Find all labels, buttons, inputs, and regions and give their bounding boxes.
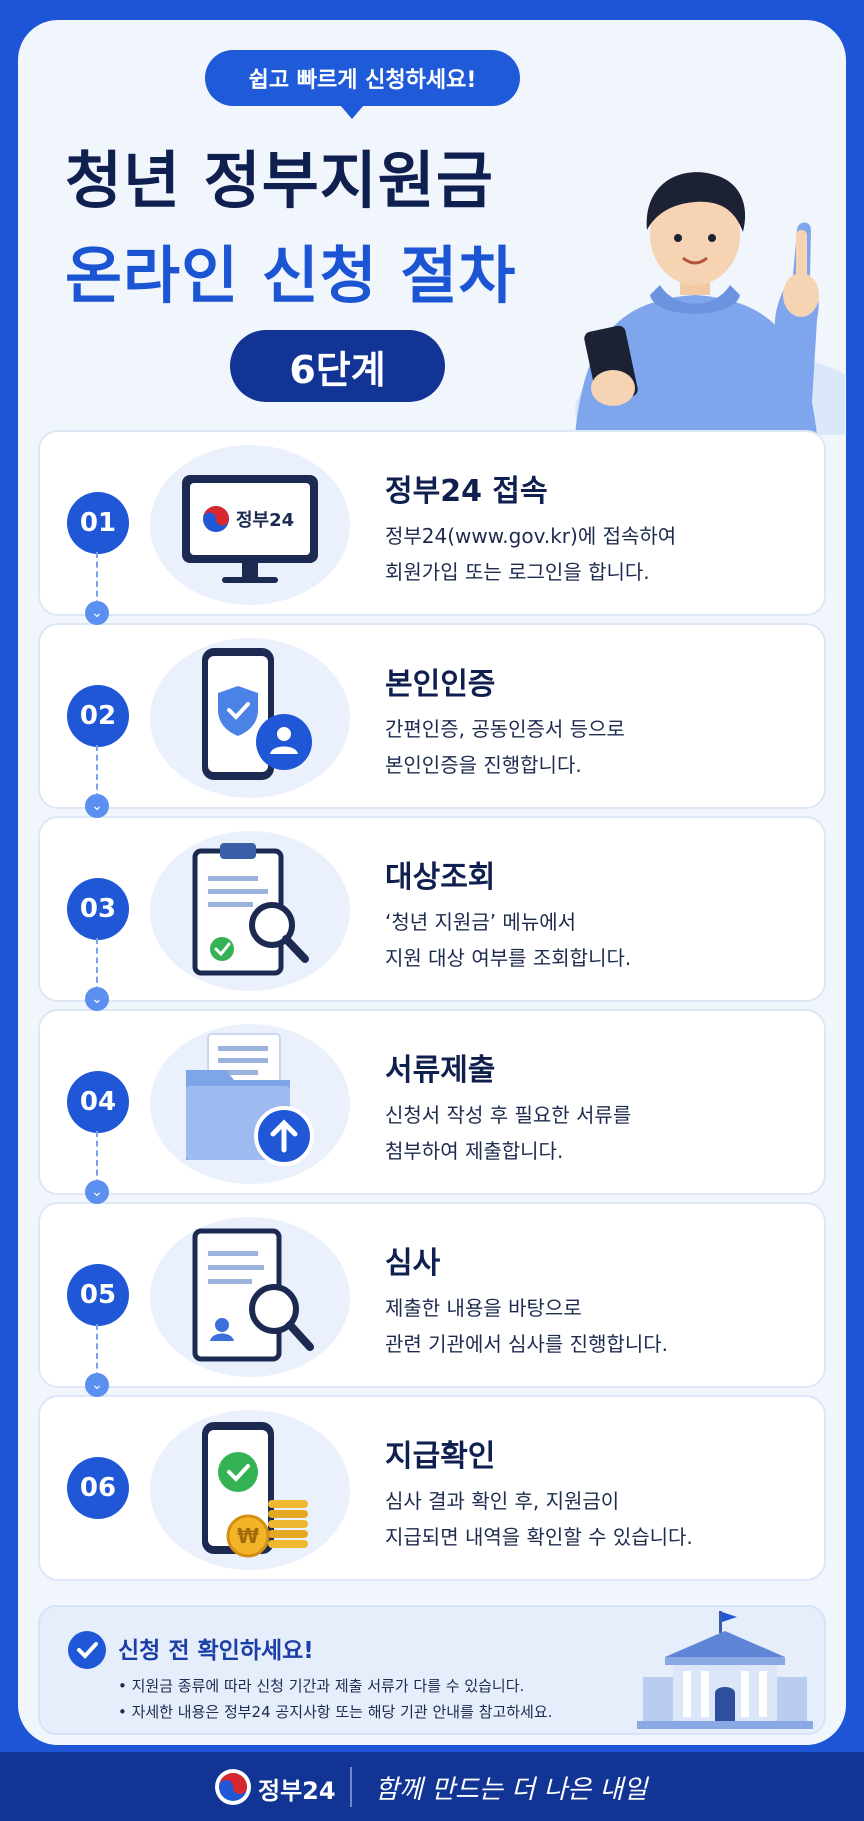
step-card-01: 01 정부24 정부24 접속 정부24(www.gov.kr)에 접속하여 회… — [38, 430, 826, 616]
notice-line: • 자세한 내용은 정부24 공지사항 또는 해당 기관 안내를 참고하세요. — [118, 1703, 553, 1721]
phone-coins-icon: ₩ — [150, 1410, 350, 1570]
step-number: 05 — [67, 1264, 129, 1326]
step-description: ‘청년 지원금’ 메뉴에서 지원 대상 여부를 조회합니다. — [385, 910, 632, 970]
footer-slogan: 함께 만드는 더 나은 내일 — [375, 1775, 648, 1805]
step-card-04: 04 서류제출 신청서 작성 후 필요한 서류를 첨부하여 제출합니다. — [38, 1009, 826, 1195]
step-title: 대상조회 — [385, 860, 496, 895]
person-with-phone-illustration — [575, 172, 845, 435]
step-title: 심사 — [385, 1246, 441, 1281]
step-description: 간편인증, 공동인증서 등으로 본인인증을 진행합니다. — [385, 717, 625, 777]
step-title: 지급확인 — [385, 1439, 496, 1474]
step-number: 06 — [67, 1457, 129, 1519]
notice-title: 신청 전 확인하세요! — [118, 1638, 314, 1664]
chevron-down-icon: ⌄ — [85, 987, 109, 1011]
step-card-03: 03 대상조회 ‘청년 지원금’ 메뉴에서 지원 대상 여부를 조회합니다. — [38, 816, 826, 1002]
step-description: 정부24(www.gov.kr)에 접속하여 회원가입 또는 로그인을 합니다. — [385, 524, 677, 584]
step-title: 서류제출 — [385, 1053, 496, 1088]
document-search-icon — [150, 1217, 350, 1377]
step-number: 03 — [67, 878, 129, 940]
gov24-logo-icon — [215, 1769, 251, 1805]
step-number: 01 — [67, 492, 129, 554]
folder-upload-icon — [150, 1024, 350, 1184]
step-number: 04 — [67, 1071, 129, 1133]
step-description: 신청서 작성 후 필요한 서류를 첨부하여 제출합니다. — [385, 1103, 632, 1163]
notice-line: • 지원금 종류에 따라 신청 기간과 제출 서류가 다를 수 있습니다. — [118, 1677, 525, 1695]
page-title-line1: 청년 정부지원금 — [65, 144, 494, 217]
check-circle-icon — [68, 1631, 106, 1669]
step-description: 심사 결과 확인 후, 지원금이 지급되면 내역을 확인할 수 있습니다. — [385, 1489, 693, 1549]
page-title-line2: 온라인 신청 절차 — [65, 239, 517, 312]
notice-box: 신청 전 확인하세요! • 지원금 종류에 따라 신청 기간과 제출 서류가 다… — [38, 1605, 826, 1735]
footer-brand: 정부24 — [258, 1777, 336, 1805]
svg-text:정부24: 정부24 — [236, 510, 294, 531]
footer-divider — [350, 1767, 352, 1807]
clipboard-search-icon — [150, 831, 350, 991]
footer: 정부24 함께 만드는 더 나은 내일 — [0, 1752, 864, 1821]
step-number: 02 — [67, 685, 129, 747]
chevron-down-icon: ⌄ — [85, 1180, 109, 1204]
chevron-down-icon: ⌄ — [85, 601, 109, 625]
government-building-icon — [637, 1611, 813, 1729]
header-bubble: 쉽고 빠르게 신청하세요! — [205, 50, 520, 119]
chevron-down-icon: ⌄ — [85, 1373, 109, 1397]
step-title: 본인인증 — [385, 667, 496, 702]
step-card-06: 06 ₩ 지급확인 심사 결과 확인 후, 지원금이 지급되면 내역을 확인할 … — [38, 1395, 826, 1581]
monitor-icon: 정부24 — [150, 445, 350, 605]
chevron-down-icon: ⌄ — [85, 794, 109, 818]
step-count-badge: 6단계 — [230, 330, 445, 402]
step-description: 제출한 내용을 바탕으로 관련 기관에서 심사를 진행합니다. — [385, 1296, 669, 1356]
step-card-02: 02 본인인증 간편인증, 공동인증서 등으로 본인인증을 진행합니다. — [38, 623, 826, 809]
step-card-05: 05 심사 제출한 내용을 바탕으로 관련 기관에서 심사를 진행합니다. — [38, 1202, 826, 1388]
step-title: 정부24 접속 — [385, 474, 548, 509]
svg-text:₩: ₩ — [237, 1524, 259, 1548]
phone-shield-icon — [150, 638, 350, 798]
